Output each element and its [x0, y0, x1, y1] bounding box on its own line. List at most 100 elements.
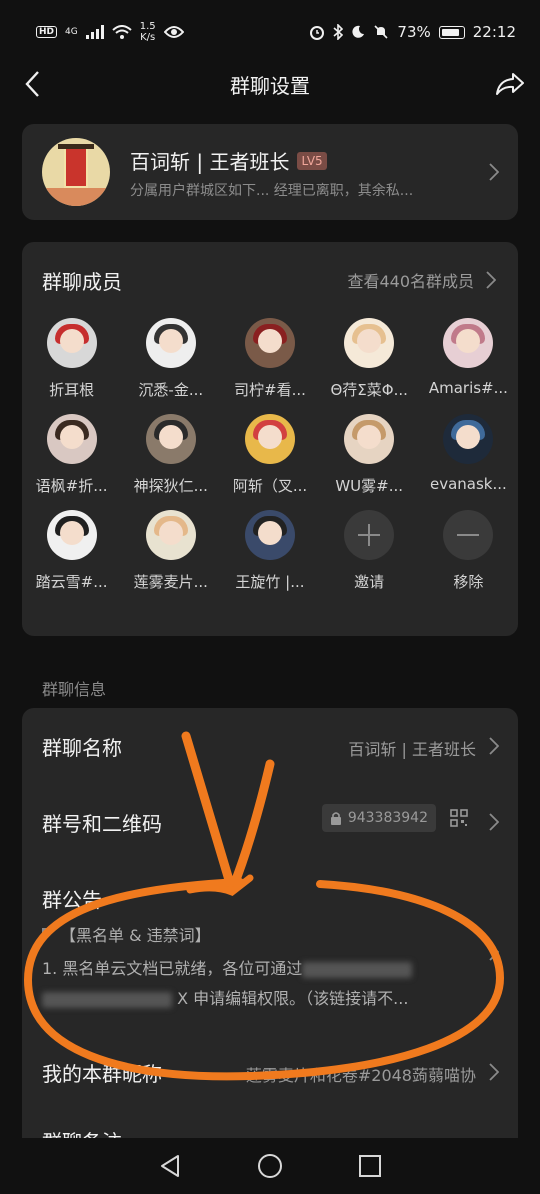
group-number-value: 943383942	[347, 810, 428, 826]
member-item[interactable]: 神探狄仁...	[121, 414, 220, 496]
member-name: Θ荇Σ菜Φ...	[330, 381, 408, 399]
group-number-label: 群号和二维码	[42, 812, 162, 836]
plus-icon	[344, 510, 395, 560]
network-type: 4G	[65, 27, 78, 37]
member-item[interactable]: 莲雾麦片...	[121, 510, 220, 592]
member-name: 莲雾麦片...	[133, 573, 208, 591]
member-item[interactable]: WU雾#...	[320, 414, 419, 496]
member-avatar	[145, 318, 196, 368]
member-name: 神探狄仁...	[133, 477, 208, 495]
member-avatar	[145, 414, 196, 464]
member-name: 阿斩（叉...	[232, 477, 308, 495]
mute-bell-icon	[374, 25, 388, 39]
nav-bar: 群聊设置	[0, 64, 540, 104]
status-bar: HD 4G 1.5 K/s 73% 22:12	[0, 0, 540, 64]
group-avatar	[42, 138, 110, 206]
group-description: 分属用户群城区如下... 经理已离职，其余私...	[130, 183, 414, 199]
battery-percent: 73%	[397, 23, 431, 41]
wifi-icon	[112, 24, 132, 39]
member-item[interactable]: 折耳根	[22, 318, 121, 400]
eye-icon	[163, 26, 184, 38]
hd-icon: HD	[36, 26, 58, 38]
invite-member-button[interactable]: 邀请	[320, 510, 419, 592]
my-nickname-label: 我的本群昵称	[42, 1062, 162, 1086]
chevron-right-icon	[488, 736, 500, 756]
member-avatar	[145, 510, 196, 560]
member-avatar	[244, 318, 295, 368]
home-circle-icon[interactable]	[257, 1153, 283, 1179]
member-name: 折耳根	[49, 381, 95, 399]
back-button[interactable]	[14, 66, 50, 102]
member-item[interactable]: 沉悉-金...	[121, 318, 220, 400]
group-name: 百词斩 | 王者班长	[130, 150, 290, 174]
member-avatar	[344, 414, 395, 464]
battery-icon	[438, 25, 465, 39]
group-remark-label: 群聊备注	[42, 1126, 122, 1138]
remove-label: 移除	[453, 573, 484, 591]
member-item[interactable]: 踏云雪#...	[22, 510, 121, 592]
member-avatar	[46, 510, 97, 560]
member-item[interactable]: Θ荇Σ菜Φ...	[320, 318, 419, 400]
recents-square-icon[interactable]	[358, 1154, 382, 1178]
members-title: 群聊成员	[42, 270, 122, 294]
member-name: WU雾#...	[335, 477, 404, 495]
member-item[interactable]: Amaris#...	[419, 318, 518, 400]
member-item[interactable]: 阿斩（叉...	[220, 414, 319, 496]
moon-icon	[352, 25, 365, 38]
member-name: 语枫#折...	[35, 477, 108, 495]
member-name: evanask...	[429, 475, 507, 493]
member-grid: 折耳根 沉悉-金... 司柠#看... Θ荇Σ菜Φ... Amaris#... 语枫#折.…	[22, 318, 518, 592]
signal-icon	[85, 25, 104, 39]
member-item[interactable]: evanask...	[419, 414, 518, 496]
clock: 22:12	[472, 23, 516, 41]
system-nav-bar	[0, 1138, 540, 1194]
share-icon	[496, 73, 524, 95]
alarm-icon	[310, 26, 325, 40]
bluetooth-icon	[333, 24, 344, 40]
my-nickname-value: 莲雾麦片和花卷#2048蒟蒻喵协	[245, 1066, 476, 1085]
lock-icon	[330, 812, 341, 825]
chevron-right-icon	[486, 271, 496, 289]
group-number-pill[interactable]: 943383942	[321, 804, 436, 832]
member-name: 沉悉-金...	[138, 381, 204, 399]
member-item[interactable]: 王旋竹 |...	[220, 510, 319, 592]
announcement-tag: 【黑名单 & 违禁词】	[42, 922, 211, 946]
chevron-right-icon	[488, 1062, 500, 1082]
member-avatar	[443, 414, 494, 464]
member-avatar	[244, 510, 295, 560]
corner-mark-icon	[42, 928, 54, 940]
section-label-group-info: 群聊信息	[42, 680, 107, 699]
my-nickname-row[interactable]: 我的本群昵称 莲雾麦片和花卷#2048蒟蒻喵协	[22, 1040, 518, 1106]
group-name-value: 百词斩 | 王者班长	[348, 740, 476, 759]
remove-member-button[interactable]: 移除	[419, 510, 518, 592]
minus-icon	[443, 510, 494, 560]
group-number-row[interactable]: 群号和二维码	[22, 784, 518, 860]
member-name: 王旋竹 |...	[235, 573, 305, 591]
invite-label: 邀请	[354, 573, 385, 591]
member-avatar	[244, 414, 295, 464]
chevron-right-icon	[488, 812, 500, 832]
group-name-row[interactable]: 群聊名称 百词斩 | 王者班长	[22, 708, 518, 784]
member-avatar	[344, 318, 395, 368]
back-triangle-icon[interactable]	[158, 1154, 182, 1178]
back-arrow-icon	[25, 71, 39, 97]
announcement-label: 群公告	[42, 888, 102, 912]
member-name: 司柠#看...	[234, 381, 306, 399]
group-remark-row[interactable]: 群聊备注	[22, 1106, 518, 1138]
group-profile-card[interactable]: 百词斩 | 王者班长 LV5 分属用户群城区如下... 经理已离职，其余私...	[22, 124, 518, 220]
members-card: 群聊成员 查看440名群成员 折耳根 沉悉-金... 司柠#看... Θ荇Σ菜Φ...…	[22, 242, 518, 636]
member-item[interactable]: 语枫#折...	[22, 414, 121, 496]
qr-code-icon[interactable]	[450, 809, 468, 827]
member-name: Amaris#...	[428, 379, 508, 397]
view-all-members-link[interactable]: 查看440名群成员	[347, 268, 496, 292]
share-button[interactable]	[490, 66, 530, 102]
member-item[interactable]: 司柠#看...	[220, 318, 319, 400]
announcement-text: 1. 黑名单云文档已就绪，各位可通过 X 申请编辑权限。（该链接请不...	[42, 954, 502, 1014]
member-name: 踏云雪#...	[35, 573, 108, 591]
level-badge: LV5	[297, 151, 327, 170]
net-speed: 1.5 K/s	[139, 21, 156, 43]
chevron-right-icon	[488, 162, 500, 182]
member-avatar	[46, 318, 97, 368]
member-avatar	[443, 318, 494, 368]
group-info-card: 群聊名称 百词斩 | 王者班长 群号和二维码 943383942 群公告 【黑名…	[22, 708, 518, 1138]
